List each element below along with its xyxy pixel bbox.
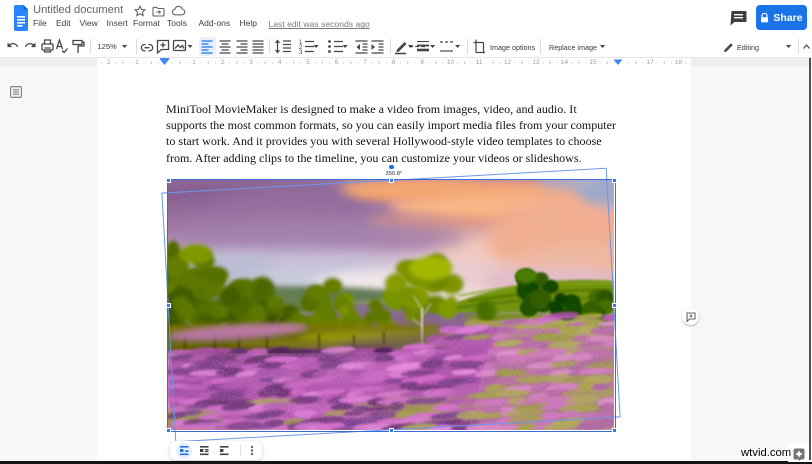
svg-text:18: 18 [675, 59, 683, 66]
svg-text:8: 8 [392, 59, 396, 66]
svg-text:10: 10 [447, 59, 455, 66]
svg-text:3: 3 [299, 50, 303, 56]
svg-text:15: 15 [589, 59, 597, 66]
svg-text:17: 17 [646, 59, 654, 66]
svg-text:5: 5 [306, 59, 310, 66]
svg-text:13: 13 [532, 59, 540, 66]
svg-text:2: 2 [221, 59, 225, 66]
svg-text:4: 4 [278, 59, 282, 66]
svg-text:7: 7 [363, 59, 367, 66]
svg-text:12: 12 [504, 59, 512, 66]
svg-text:14: 14 [561, 59, 569, 66]
svg-text:1: 1 [192, 59, 196, 66]
svg-text:1: 1 [135, 59, 139, 66]
svg-text:3: 3 [249, 59, 253, 66]
svg-text:2: 2 [107, 59, 111, 66]
svg-text:11: 11 [476, 59, 483, 66]
svg-text:6: 6 [335, 59, 339, 66]
svg-text:9: 9 [420, 59, 424, 66]
